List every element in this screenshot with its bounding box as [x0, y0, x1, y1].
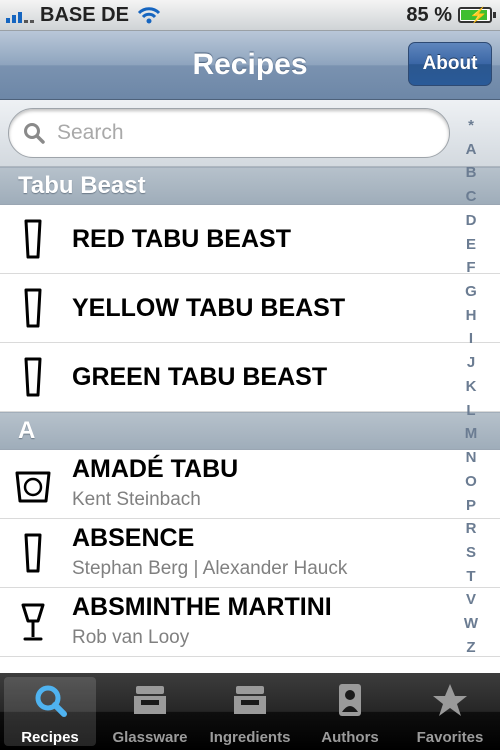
search-bar	[0, 100, 500, 167]
wifi-icon	[137, 7, 160, 24]
index-letter[interactable]: J	[467, 353, 475, 373]
search-icon	[24, 123, 45, 144]
tray-icon	[134, 686, 166, 714]
recipe-author: Stephan Berg | Alexander Hauck	[72, 558, 348, 579]
index-letter[interactable]: D	[466, 211, 477, 231]
recipe-row[interactable]: AMADÉ TABU Kent Steinbach	[0, 450, 500, 519]
recipe-list[interactable]: Tabu Beast RED TABU BEAST YELLOW TABU BEAS…	[0, 167, 500, 673]
index-letter[interactable]: C	[466, 187, 477, 207]
search-icon	[35, 685, 67, 717]
highball-glass-icon	[24, 288, 42, 328]
index-letter[interactable]: E	[466, 235, 476, 255]
tab-label: Glassware	[112, 729, 188, 746]
tab-ingredients[interactable]: Ingredients	[200, 673, 300, 750]
index-letter[interactable]: O	[465, 472, 477, 492]
index-letter[interactable]: M	[465, 424, 478, 444]
index-letter[interactable]: *	[468, 116, 474, 136]
index-letter[interactable]: T	[466, 567, 475, 587]
index-letter[interactable]: N	[466, 448, 477, 468]
search-input[interactable]	[55, 120, 399, 146]
highball-glass-icon	[24, 219, 42, 259]
tab-label: Authors	[321, 729, 379, 746]
recipe-row[interactable]: ABSENCE Stephan Berg | Alexander Hauck	[0, 519, 500, 588]
search-field[interactable]	[8, 108, 450, 158]
index-letter[interactable]: A	[466, 140, 477, 160]
index-letter[interactable]: R	[466, 519, 477, 539]
recipe-title: AMADÉ TABU	[72, 455, 239, 483]
recipe-title: RED TABU BEAST	[72, 225, 291, 253]
carrier-name: BASE DE	[40, 3, 129, 26]
index-letter[interactable]: I	[469, 329, 473, 349]
navigation-bar: Recipes About	[0, 31, 500, 100]
tab-authors[interactable]: Authors	[300, 673, 400, 750]
recipe-row[interactable]: RED TABU BEAST	[0, 205, 500, 274]
index-letter[interactable]: V	[466, 590, 476, 610]
tab-bar: Recipes Glassware Ingredients Authors Favori…	[0, 673, 500, 750]
section-header: A	[0, 412, 500, 450]
index-letter[interactable]: F	[466, 258, 475, 278]
recipe-title: ABSENCE	[72, 524, 195, 552]
status-bar: BASE DE 85 % ⚡	[0, 0, 500, 31]
recipe-title: YELLOW TABU BEAST	[72, 294, 346, 322]
recipe-row[interactable]: ALMENDRA PULQUITO	[0, 657, 500, 673]
star-icon	[433, 684, 467, 716]
tab-label: Favorites	[416, 729, 484, 746]
person-badge-icon	[339, 684, 361, 716]
battery-icon: ⚡	[458, 7, 496, 24]
section-header: Tabu Beast	[0, 167, 500, 205]
tray-icon	[234, 686, 266, 714]
index-letter[interactable]: S	[466, 543, 476, 563]
old-fashioned-glass-icon	[15, 471, 51, 503]
martini-glass-icon	[21, 603, 45, 641]
index-letter[interactable]: W	[464, 614, 478, 634]
recipe-author: Kent Steinbach	[72, 489, 201, 510]
highball-glass-icon	[24, 357, 42, 397]
tab-favorites[interactable]: Favorites	[400, 673, 500, 750]
recipe-row[interactable]: GREEN TABU BEAST	[0, 343, 500, 412]
recipe-row[interactable]: YELLOW TABU BEAST	[0, 274, 500, 343]
index-letter[interactable]: H	[466, 306, 477, 326]
index-letter[interactable]: G	[465, 282, 477, 302]
battery-percent: 85 %	[406, 3, 452, 26]
index-letter[interactable]: P	[466, 496, 476, 516]
tab-recipes[interactable]: Recipes	[0, 673, 100, 750]
tab-label: Recipes	[21, 729, 79, 746]
recipe-title: GREEN TABU BEAST	[72, 363, 328, 391]
tab-label: Ingredients	[209, 729, 291, 746]
index-letter[interactable]: B	[466, 163, 477, 183]
index-letter[interactable]: K	[466, 377, 477, 397]
index-letter[interactable]: Z	[466, 638, 475, 658]
signal-strength-icon	[6, 7, 34, 23]
section-index[interactable]: * A B C D E F G H I J K L M N O P R S T V W Z	[456, 116, 486, 658]
tab-glassware[interactable]: Glassware	[100, 673, 200, 750]
highball-glass-icon	[24, 533, 42, 573]
recipe-author: Rob van Looy	[72, 627, 190, 648]
recipe-title: ABSMINTHE MARTINI	[72, 593, 332, 621]
recipe-row[interactable]: ABSMINTHE MARTINI Rob van Looy	[0, 588, 500, 657]
index-letter[interactable]: L	[466, 401, 475, 421]
about-button[interactable]: About	[408, 42, 492, 86]
